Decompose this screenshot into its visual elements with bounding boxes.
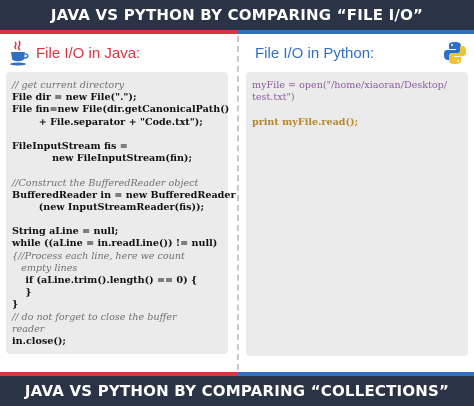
code-line: reader bbox=[12, 323, 45, 335]
code-line: empty lines bbox=[12, 262, 78, 274]
code-line: File fin=new File(dir.getCanonicalPath() bbox=[12, 104, 230, 116]
code-line: } bbox=[12, 299, 19, 311]
code-line: //Construct the BufferedReader object bbox=[12, 177, 199, 189]
code-line: + File.separator + "Code.txt"); bbox=[12, 116, 203, 128]
code-line: in.close(); bbox=[12, 335, 66, 347]
java-panel-title: File I/O in Java: bbox=[36, 44, 141, 62]
code-line: {//Process each line, here we count bbox=[12, 250, 185, 262]
code-line: (new InputStreamReader(fis)); bbox=[12, 201, 205, 213]
code-line: test.txt") bbox=[252, 92, 295, 104]
code-line: if (aLine.trim().length() == 0) { bbox=[12, 275, 198, 286]
comparison-page: JAVA VS PYTHON BY COMPARING “FILE I/O” F… bbox=[0, 0, 474, 406]
top-color-stripe bbox=[0, 30, 474, 34]
code-line: // do not forget to close the buffer bbox=[12, 311, 177, 323]
code-line: } bbox=[12, 287, 32, 299]
code-line: // get current directory bbox=[12, 80, 125, 91]
code-line: while ((aLine = in.readLine()) != null) bbox=[12, 238, 218, 250]
code-line: print myFile.read(); bbox=[252, 116, 359, 128]
java-panel-header: File I/O in Java: bbox=[6, 36, 232, 70]
python-logo-icon bbox=[442, 40, 468, 66]
bottom-banner-title: JAVA VS PYTHON BY COMPARING “COLLECTIONS… bbox=[24, 382, 450, 400]
top-banner: JAVA VS PYTHON BY COMPARING “FILE I/O” bbox=[0, 0, 474, 30]
code-line: FileInputStream fis = bbox=[12, 140, 128, 152]
panel-divider bbox=[237, 36, 239, 370]
python-panel-title: File I/O in Python: bbox=[255, 44, 375, 62]
code-line: BufferedReader in = new BufferedReader bbox=[12, 189, 236, 201]
bottom-banner: JAVA VS PYTHON BY COMPARING “COLLECTIONS… bbox=[0, 376, 474, 406]
code-line: myFile = open("/home/xiaoran/Desktop/ bbox=[252, 80, 448, 91]
python-panel-header: File I/O in Python: bbox=[245, 36, 470, 70]
top-banner-title: JAVA VS PYTHON BY COMPARING “FILE I/O” bbox=[50, 6, 424, 24]
code-line: File dir = new File("."); bbox=[12, 92, 137, 104]
python-code-block: myFile = open("/home/xiaoran/Desktop/ te… bbox=[246, 72, 468, 356]
code-line: String aLine = null; bbox=[12, 226, 119, 238]
java-cup-icon bbox=[8, 40, 30, 66]
java-code-block: // get current directory File dir = new … bbox=[6, 72, 236, 354]
code-line: new FileInputStream(fin); bbox=[12, 153, 192, 165]
